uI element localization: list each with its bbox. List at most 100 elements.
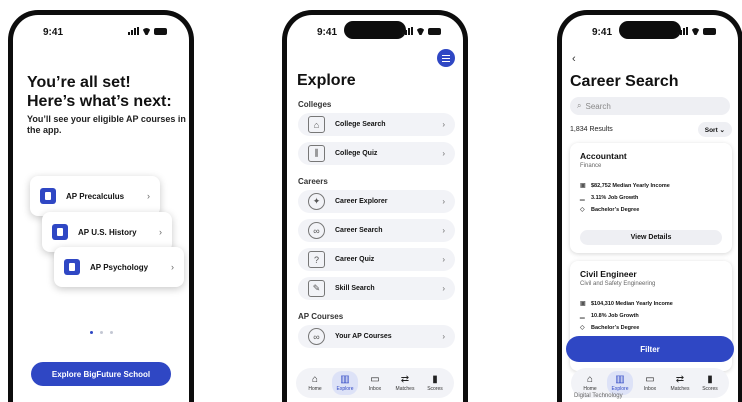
- tab-explore[interactable]: ▥ Explore: [607, 371, 633, 395]
- chevron-right-icon: ›: [171, 262, 174, 272]
- page-dot[interactable]: [99, 331, 103, 334]
- growth-stat: ▁ 10.8% Job Growth: [580, 312, 722, 320]
- item-label: Your AP Courses: [335, 333, 392, 340]
- system-icons: [402, 27, 441, 35]
- filter-button[interactable]: Filter: [566, 336, 734, 362]
- tab-label: Home: [583, 386, 597, 392]
- tab-scores[interactable]: ▮ Scores: [697, 371, 723, 395]
- chevron-right-icon: ›: [147, 191, 150, 201]
- home-icon: ⌂: [586, 374, 594, 385]
- tab-inbox[interactable]: ▭ Inbox: [362, 371, 388, 395]
- money-icon: ▣: [580, 183, 586, 189]
- chevron-right-icon: ›: [442, 149, 445, 158]
- tab-label: Matches: [395, 386, 415, 392]
- battery-icon: [154, 28, 167, 35]
- sort-button[interactable]: Sort ⌄: [697, 122, 732, 137]
- course-card[interactable]: AP Precalculus ›: [30, 176, 160, 216]
- inbox-icon: ▭: [370, 374, 380, 385]
- map-icon: ▥: [340, 374, 350, 385]
- college-search-item[interactable]: ⌂ College Search ›: [298, 113, 455, 136]
- graduation-cap-icon: ◇: [580, 325, 585, 331]
- item-label: Career Search: [335, 227, 383, 234]
- course-card[interactable]: AP U.S. History ›: [42, 212, 172, 252]
- back-chevron-icon[interactable]: ‹: [572, 53, 576, 65]
- chevron-right-icon: ›: [442, 255, 445, 264]
- growth-chart-icon: ▁: [580, 313, 585, 319]
- money-icon: ▣: [580, 301, 586, 307]
- graduation-cap-icon: ◇: [580, 207, 585, 213]
- item-label: Career Quiz: [335, 256, 375, 263]
- page-dot-active[interactable]: [89, 331, 93, 334]
- tab-label: Scores: [702, 386, 718, 392]
- section-ap-courses: AP Courses: [298, 312, 344, 321]
- phone-onboarding: 9:41 You’re all set! Here’s what’s next:…: [8, 10, 194, 402]
- status-bar: 9:41: [13, 15, 189, 45]
- status-time: 9:41: [317, 27, 338, 38]
- career-name: Accountant: [580, 151, 627, 161]
- career-explorer-item[interactable]: ✦ Career Explorer ›: [298, 190, 455, 213]
- career-name: Civil Engineer: [580, 269, 637, 279]
- document-icon: [52, 224, 68, 240]
- skill-icon: ✎: [308, 280, 325, 297]
- title-line-2: Here’s what’s next:: [27, 93, 172, 110]
- career-search-item[interactable]: ∞ Career Search ›: [298, 219, 455, 242]
- map-icon: ▥: [615, 374, 625, 385]
- status-time: 9:41: [43, 27, 64, 38]
- explore-screen: 9:41 Explore Colleges ⌂ College Search ›…: [287, 15, 463, 402]
- tab-inbox[interactable]: ▭ Inbox: [637, 371, 663, 395]
- section-careers: Careers: [298, 177, 328, 186]
- course-card[interactable]: AP Psychology ›: [54, 247, 184, 287]
- wifi-icon: [416, 28, 425, 35]
- view-details-button[interactable]: View Details: [580, 230, 722, 245]
- bar-chart-icon: ▮: [432, 374, 438, 385]
- career-quiz-item[interactable]: ? Career Quiz ›: [298, 248, 455, 271]
- tab-home[interactable]: ⌂ Home: [577, 371, 603, 395]
- system-icons: [128, 27, 167, 35]
- degree-stat: ◇ Bachelor’s Degree: [580, 324, 722, 332]
- pagination-dots[interactable]: [13, 331, 189, 334]
- signal-icon: [677, 27, 688, 35]
- phone-career-search: 9:41 ‹ Career Search ⌕ Search 1,834 Resu…: [557, 10, 742, 402]
- tab-explore[interactable]: ▥ Explore: [332, 371, 358, 395]
- ap-courses-item[interactable]: ∞ Your AP Courses ›: [298, 325, 455, 348]
- college-building-icon: ⌂: [308, 116, 325, 133]
- career-search-screen: 9:41 ‹ Career Search ⌕ Search 1,834 Resu…: [562, 15, 738, 402]
- degree-stat: ◇ Bachelor’s Degree: [580, 206, 722, 214]
- tab-matches[interactable]: ⇄ Matches: [667, 371, 693, 395]
- explore-bigfuture-button[interactable]: Explore BigFuture School: [31, 362, 171, 386]
- career-cluster: Finance: [580, 163, 602, 169]
- search-input[interactable]: ⌕ Search: [570, 97, 730, 115]
- item-label: College Search: [335, 121, 386, 128]
- tab-matches[interactable]: ⇄ Matches: [392, 371, 418, 395]
- course-label: AP U.S. History: [78, 227, 137, 237]
- wifi-icon: [142, 28, 151, 35]
- quiz-icon: ?: [308, 251, 325, 268]
- tab-label: Inbox: [643, 386, 657, 392]
- menu-button[interactable]: [437, 49, 455, 67]
- college-quiz-item[interactable]: ⫼ College Quiz ›: [298, 142, 455, 165]
- status-bar: 9:41: [562, 15, 738, 45]
- system-icons: [677, 27, 716, 35]
- results-count: 1,834 Results: [570, 126, 613, 133]
- compass-icon: ✦: [308, 193, 325, 210]
- course-label: AP Psychology: [90, 262, 149, 272]
- page-subtitle: You’ll see your eligible AP courses in t…: [27, 114, 186, 135]
- chevron-right-icon: ›: [442, 332, 445, 341]
- phone-explore: 9:41 Explore Colleges ⌂ College Search ›…: [282, 10, 468, 402]
- tab-label: Explore: [611, 386, 629, 392]
- career-card[interactable]: Accountant Finance ▣ $82,752 Median Yearl…: [570, 143, 732, 253]
- tab-label: Matches: [670, 386, 690, 392]
- partial-career-cluster: Digital Technology: [574, 393, 623, 399]
- income-stat: ▣ $104,310 Median Yearly Income: [580, 300, 722, 308]
- item-label: Career Explorer: [335, 198, 388, 205]
- inbox-icon: ▭: [645, 374, 655, 385]
- tab-scores[interactable]: ▮ Scores: [422, 371, 448, 395]
- page-dot[interactable]: [109, 331, 113, 334]
- signal-icon: [128, 27, 139, 35]
- page-title: Explore: [297, 72, 356, 89]
- skill-search-item[interactable]: ✎ Skill Search ›: [298, 277, 455, 300]
- stat-text: 3.11% Job Growth: [591, 194, 639, 201]
- repeat-icon: ⇄: [400, 374, 410, 385]
- item-label: College Quiz: [335, 150, 378, 157]
- tab-home[interactable]: ⌂ Home: [302, 371, 328, 395]
